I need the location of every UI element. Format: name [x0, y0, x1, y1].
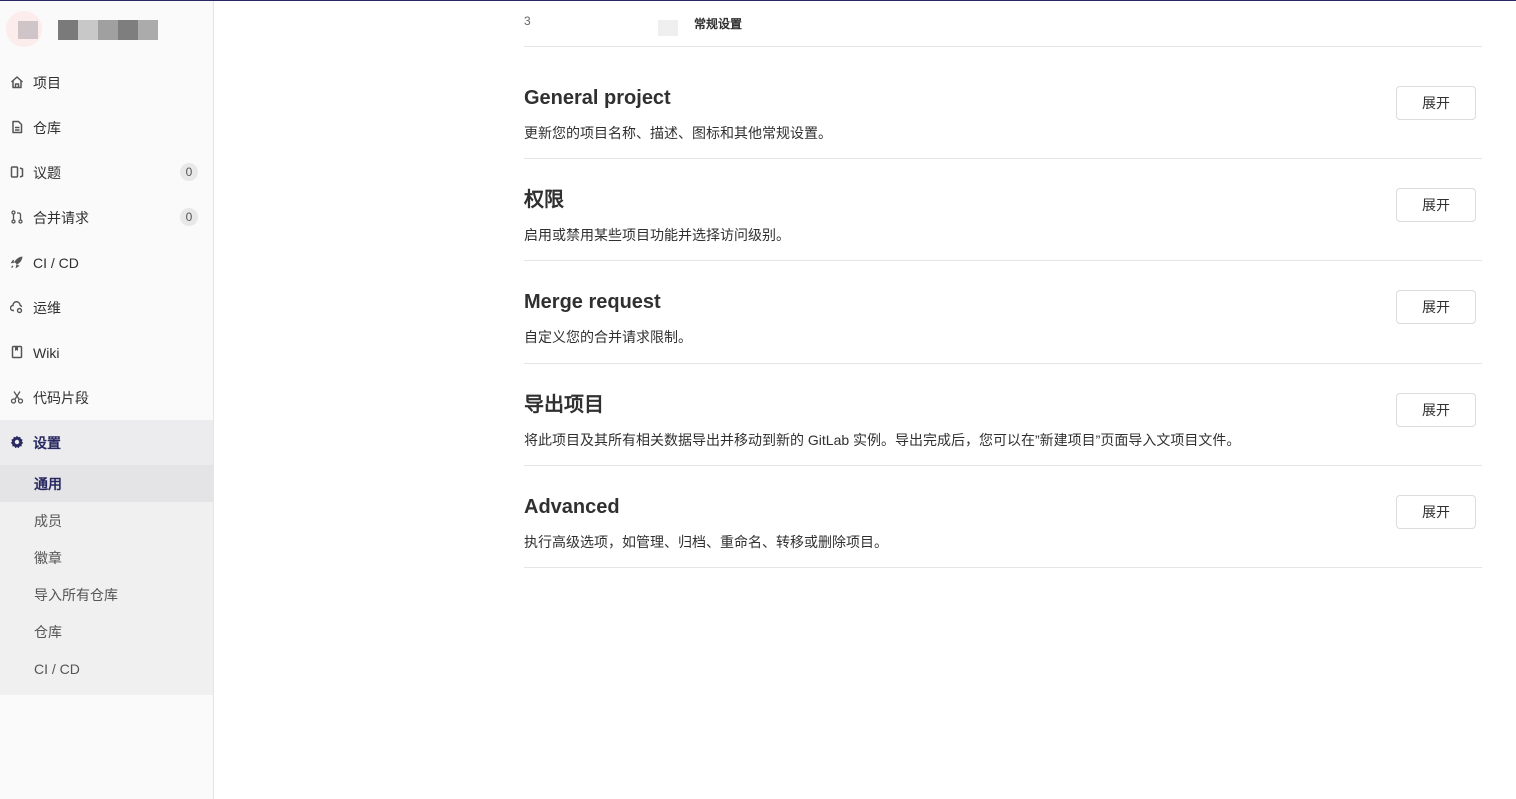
- sidebar-item-label: 运维: [33, 299, 61, 316]
- project-name-obscured: [58, 20, 78, 40]
- expand-button[interactable]: 展开: [1396, 290, 1476, 324]
- sidebar-nav: 项目 仓库 议题 0 合并请求 0 CI / CD 运维 Wiki 代码片段 设…: [0, 60, 213, 465]
- expand-button[interactable]: 展开: [1396, 86, 1476, 120]
- section-title: 权限: [524, 189, 564, 211]
- subnav-item-general[interactable]: 通用: [0, 465, 213, 502]
- settings-section-merge-request: Merge request 自定义您的合并请求限制。 展开: [524, 260, 1482, 364]
- book-icon: [10, 345, 24, 359]
- merge-requests-count-badge: 0: [180, 208, 198, 226]
- sidebar-item-label: 合并请求: [33, 209, 89, 226]
- subnav-item-label: 仓库: [34, 623, 62, 640]
- settings-section-export-project: 导出项目 将此项目及其所有相关数据导出并移动到新的 GitLab 实例。导出完成…: [524, 363, 1482, 466]
- breadcrumb-current: 常规设置: [694, 17, 743, 31]
- settings-section-permissions: 权限 启用或禁用某些项目功能并选择访问级别。 展开: [524, 158, 1482, 261]
- project-avatar[interactable]: [6, 11, 42, 47]
- document-icon: [10, 120, 24, 134]
- gear-icon: [10, 435, 24, 449]
- section-description: 自定义您的合并请求限制。: [524, 329, 692, 345]
- sidebar-item-label: 项目: [33, 74, 61, 91]
- subnav-item-import-repositories[interactable]: 导入所有仓库: [0, 576, 213, 613]
- sidebar-item-settings[interactable]: 设置: [0, 420, 213, 465]
- scissors-icon: [10, 390, 24, 404]
- expand-button[interactable]: 展开: [1396, 188, 1476, 222]
- settings-section-general-project: General project 更新您的项目名称、描述、图标和其他常规设置。 展…: [524, 56, 1482, 159]
- breadcrumb-obscured-segment: [658, 20, 678, 36]
- section-title: Advanced: [524, 496, 620, 518]
- subnav-item-ci-cd[interactable]: CI / CD: [0, 650, 213, 687]
- settings-subnav: 通用 成员 徽章 导入所有仓库 仓库 CI / CD: [0, 465, 213, 695]
- subnav-item-label: 通用: [34, 475, 62, 492]
- subnav-item-repository[interactable]: 仓库: [0, 613, 213, 650]
- expand-button[interactable]: 展开: [1396, 495, 1476, 529]
- project-name-obscured: [138, 20, 158, 40]
- sidebar-item-project[interactable]: 项目: [0, 60, 213, 105]
- project-header[interactable]: [0, 1, 213, 57]
- subnav-item-label: 徽章: [34, 549, 62, 566]
- section-description: 将此项目及其所有相关数据导出并移动到新的 GitLab 实例。导出完成后，您可以…: [524, 432, 1241, 448]
- project-name-obscured: [78, 20, 98, 40]
- cloud-gear-icon: [10, 300, 24, 314]
- issues-count-badge: 0: [180, 163, 198, 181]
- breadcrumb-project-link[interactable]: 3: [524, 14, 531, 28]
- sidebar: 项目 仓库 议题 0 合并请求 0 CI / CD 运维 Wiki 代码片段 设…: [0, 1, 214, 799]
- sidebar-item-snippets[interactable]: 代码片段: [0, 375, 213, 420]
- sidebar-item-label: CI / CD: [33, 254, 79, 271]
- project-name-obscured: [98, 20, 118, 40]
- sidebar-item-label: Wiki: [33, 344, 60, 361]
- subnav-padding: [0, 687, 213, 695]
- subnav-item-members[interactable]: 成员: [0, 502, 213, 539]
- section-title: 导出项目: [524, 394, 604, 416]
- sidebar-item-label: 设置: [33, 434, 61, 451]
- subnav-item-label: CI / CD: [34, 660, 80, 677]
- home-icon: [10, 75, 24, 89]
- settings-section-advanced: Advanced 执行高级选项，如管理、归档、重命名、转移或删除项目。 展开: [524, 465, 1482, 568]
- section-description: 执行高级选项，如管理、归档、重命名、转移或删除项目。: [524, 534, 888, 550]
- sidebar-item-merge-requests[interactable]: 合并请求 0: [0, 195, 213, 240]
- sidebar-item-wiki[interactable]: Wiki: [0, 330, 213, 375]
- sidebar-item-label: 仓库: [33, 119, 61, 136]
- sidebar-item-operations[interactable]: 运维: [0, 285, 213, 330]
- section-title: Merge request: [524, 291, 661, 313]
- sidebar-item-ci-cd[interactable]: CI / CD: [0, 240, 213, 285]
- issues-icon: [10, 165, 24, 179]
- merge-request-icon: [10, 210, 24, 224]
- sidebar-item-label: 代码片段: [33, 389, 89, 406]
- section-description: 启用或禁用某些项目功能并选择访问级别。: [524, 227, 790, 243]
- expand-button[interactable]: 展开: [1396, 393, 1476, 427]
- sidebar-item-repository[interactable]: 仓库: [0, 105, 213, 150]
- section-description: 更新您的项目名称、描述、图标和其他常规设置。: [524, 125, 832, 141]
- project-name-obscured: [118, 20, 138, 40]
- breadcrumb: 3 常规设置: [524, 1, 1482, 47]
- sidebar-item-issues[interactable]: 议题 0: [0, 150, 213, 195]
- rocket-icon: [10, 255, 24, 269]
- subnav-item-badges[interactable]: 徽章: [0, 539, 213, 576]
- subnav-item-label: 成员: [34, 512, 62, 529]
- sidebar-item-label: 议题: [33, 164, 61, 181]
- subnav-item-label: 导入所有仓库: [34, 586, 118, 603]
- section-title: General project: [524, 87, 671, 109]
